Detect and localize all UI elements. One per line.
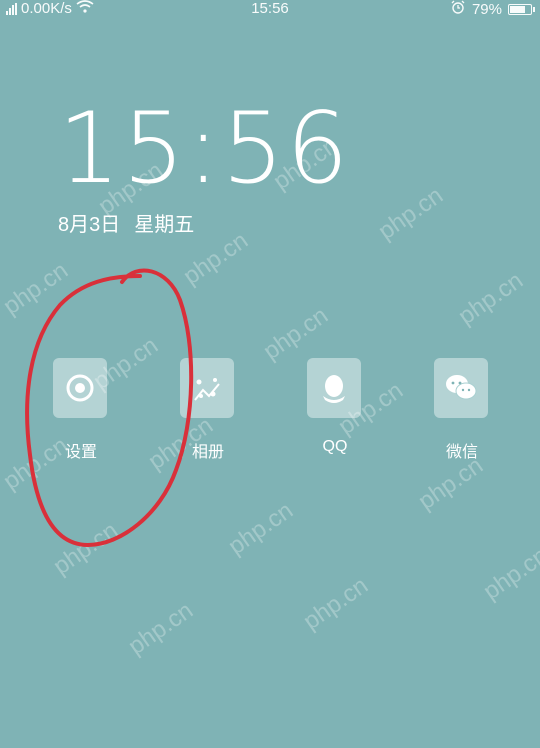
watermark: php.cn — [373, 181, 449, 246]
app-label-album: 相册 — [191, 444, 224, 461]
album-icon[interactable] — [180, 358, 234, 418]
date-text: 8月3日 — [58, 214, 121, 236]
app-wechat[interactable]: 微信 — [434, 358, 490, 462]
battery-percent: 79% — [471, 0, 502, 18]
qq-icon[interactable] — [307, 358, 361, 418]
settings-icon[interactable] — [53, 358, 107, 418]
app-album[interactable]: 相册 — [180, 358, 236, 462]
watermark: php.cn — [453, 266, 529, 331]
app-label-settings: 设置 — [64, 444, 97, 461]
app-label-qq: QQ — [322, 438, 348, 455]
watermark: php.cn — [123, 596, 199, 661]
watermark: php.cn — [48, 516, 124, 581]
app-label-wechat: 微信 — [445, 444, 478, 461]
watermark: php.cn — [298, 571, 374, 636]
watermark: php.cn — [258, 301, 334, 366]
alarm-icon — [450, 0, 466, 18]
watermark: php.cn — [223, 496, 299, 561]
battery-icon — [508, 3, 535, 15]
watermark: php.cn — [478, 541, 540, 606]
app-qq[interactable]: QQ — [307, 358, 363, 456]
status-bar: 0.00K/s 15:56 79% — [0, 0, 540, 20]
lockscreen-clock: 15:56 — [58, 92, 351, 206]
weekday-text: 星期五 — [134, 214, 195, 236]
app-settings[interactable]: 设置 — [53, 358, 109, 462]
watermark: php.cn — [0, 256, 74, 321]
lockscreen-date: 8月3日 星期五 — [58, 208, 194, 237]
wechat-icon[interactable] — [434, 358, 488, 418]
